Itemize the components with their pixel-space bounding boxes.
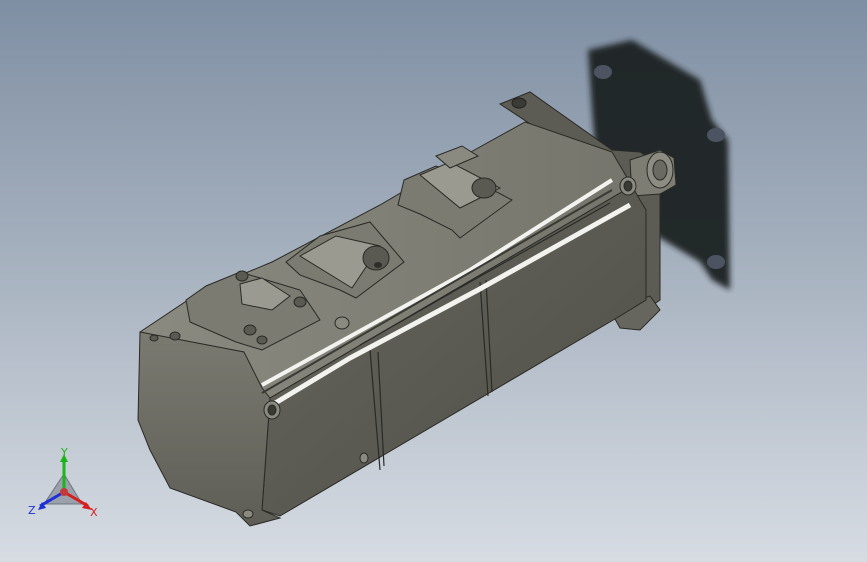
x-axis-label: X <box>90 506 98 519</box>
graphics-viewport[interactable]: Y Z X <box>0 0 867 562</box>
axis-triad[interactable]: Y Z X <box>26 448 106 520</box>
z-axis-label: Z <box>28 504 36 517</box>
triad-origin <box>60 488 68 496</box>
y-axis-label: Y <box>60 448 68 459</box>
servo-motor-model[interactable] <box>0 0 867 562</box>
